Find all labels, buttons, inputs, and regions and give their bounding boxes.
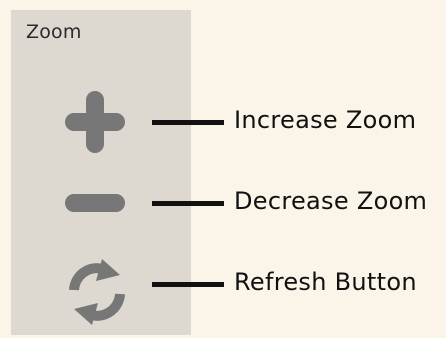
refresh-button-label: Refresh Button: [234, 268, 417, 296]
refresh-callout-line: [152, 282, 224, 287]
zoom-help-figure: Zoom Increase Zoom Decrease Zoom Refresh…: [0, 0, 446, 338]
minus-icon[interactable]: [65, 193, 125, 213]
zoom-panel-title: Zoom: [26, 21, 82, 43]
decrease-zoom-callout-line: [152, 201, 224, 206]
refresh-icon[interactable]: [62, 254, 132, 330]
increase-zoom-label: Increase Zoom: [234, 106, 417, 134]
decrease-zoom-label: Decrease Zoom: [234, 187, 428, 215]
increase-zoom-callout-line: [152, 120, 224, 125]
plus-icon[interactable]: [65, 91, 125, 153]
